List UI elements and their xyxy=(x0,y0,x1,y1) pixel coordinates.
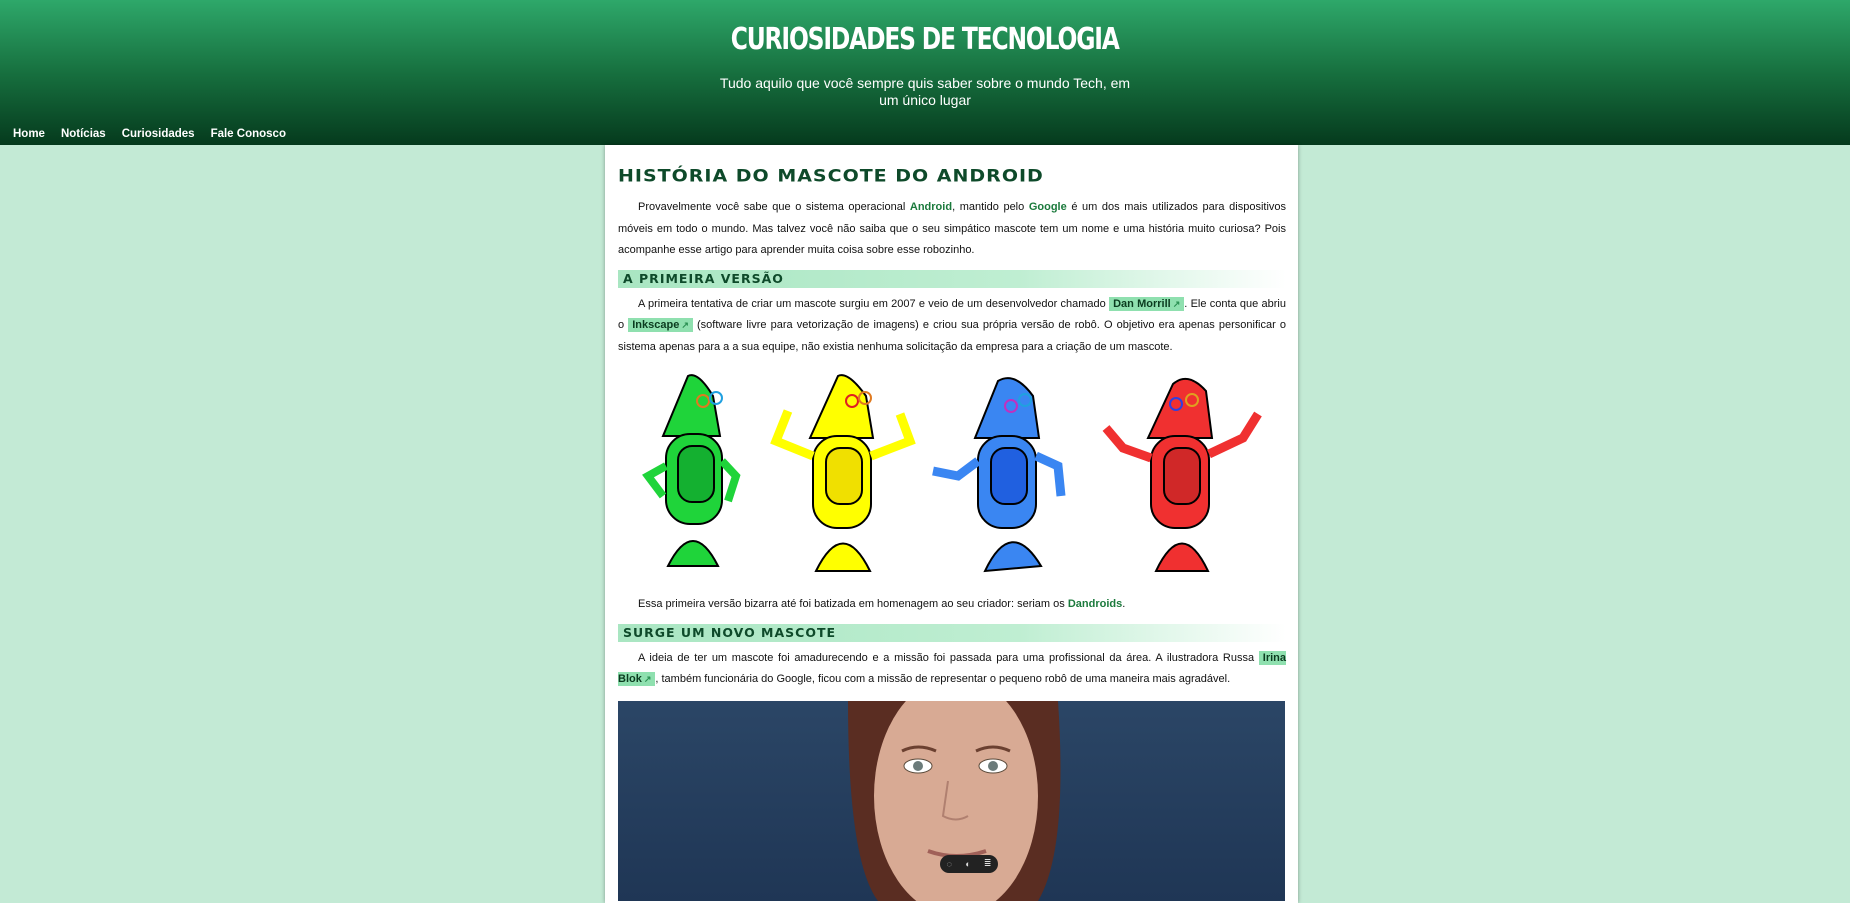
image-toolbar: ◌ ◐ ≣ xyxy=(940,854,998,873)
dandroids-link[interactable]: Dandroids xyxy=(1068,598,1122,610)
main-nav: Home Notícias Curiosidades Fale Conosco xyxy=(13,128,302,140)
section-heading-novo-mascote: Surge um novo mascote xyxy=(618,623,1286,642)
nav-item-home[interactable]: Home xyxy=(13,128,45,140)
google-link[interactable]: Google xyxy=(1029,201,1067,213)
section2-text-2: , também funcionária do Google, ficou co… xyxy=(655,673,1231,685)
green-robot xyxy=(642,374,741,567)
section1-text-3: (software livre para vetorização de imag… xyxy=(618,319,1286,353)
dandroids-paragraph: Essa primeira versão bizarra até foi bat… xyxy=(618,594,1286,616)
nav-item-fale-conosco[interactable]: Fale Conosco xyxy=(211,128,286,140)
intro-text-2: , mantido pelo xyxy=(952,201,1029,213)
section1-text-1: A primeira tentativa de criar um mascote… xyxy=(638,297,1110,310)
section1-paragraph: A primeira tentativa de criar um mascote… xyxy=(618,294,1286,359)
article-container: História do mascote do Android Provavelm… xyxy=(605,145,1298,903)
section2-paragraph: A ideia de ter um mascote foi amadurecen… xyxy=(618,648,1286,691)
irina-blok-photo: ◌ ◐ ≣ xyxy=(618,700,1285,901)
contrast-icon[interactable]: ◐ xyxy=(965,859,970,869)
site-subtitle: Tudo aquilo que você sempre quis saber s… xyxy=(719,75,1131,108)
article-title: História do mascote do Android xyxy=(618,166,1044,186)
yellow-robot xyxy=(770,374,916,572)
red-robot xyxy=(1102,377,1262,572)
intro-paragraph: Provavelmente você sabe que o sistema op… xyxy=(618,197,1286,262)
dandroids-text-1: Essa primeira versão bizarra até foi bat… xyxy=(638,598,1068,610)
menu-icon[interactable]: ≣ xyxy=(984,858,992,869)
site-title: Curiosidades de Tecnologia xyxy=(730,22,1120,57)
blue-robot xyxy=(932,377,1066,573)
nav-item-curiosidades[interactable]: Curiosidades xyxy=(122,128,195,140)
inkscape-label: Inkscape xyxy=(632,319,680,331)
dandroids-image xyxy=(618,366,1286,586)
nav-item-noticias[interactable]: Notícias xyxy=(61,128,106,140)
dan-morrill-link[interactable]: Dan Morrill ↗ xyxy=(1109,296,1185,311)
inkscape-link[interactable]: Inkscape ↗ xyxy=(628,318,693,332)
intro-text-1: Provavelmente você sabe que o sistema op… xyxy=(638,201,910,213)
dandroids-text-2: . xyxy=(1122,598,1126,610)
comment-icon[interactable]: ◌ xyxy=(947,859,952,869)
site-header: Curiosidades de Tecnologia Tudo aquilo q… xyxy=(0,0,1850,145)
dan-morrill-label: Dan Morrill xyxy=(1113,297,1171,310)
section2-text-1: A ideia de ter um mascote foi amadurecen… xyxy=(638,651,1259,664)
external-link-icon: ↗ xyxy=(1172,298,1181,309)
section-heading-primeira-versao: A primeira versão xyxy=(618,269,1286,288)
external-link-icon: ↗ xyxy=(643,674,652,684)
android-link[interactable]: Android xyxy=(910,201,952,213)
external-link-icon: ↗ xyxy=(681,320,689,330)
